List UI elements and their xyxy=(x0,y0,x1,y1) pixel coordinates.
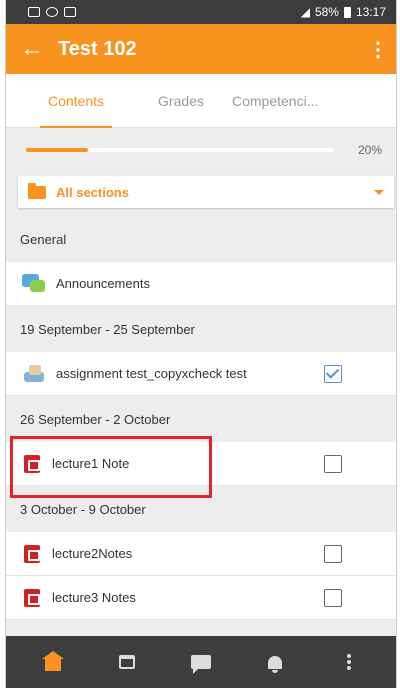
nav-messages[interactable] xyxy=(181,642,221,682)
nav-more[interactable] xyxy=(329,642,369,682)
battery-icon xyxy=(343,6,351,18)
progress-percent: 20% xyxy=(357,143,382,157)
arrow-left-icon[interactable]: ← xyxy=(6,24,58,74)
status-bar: ◢ 58% 13:17 xyxy=(6,0,396,24)
list-item-announcements[interactable]: Announcements xyxy=(6,262,396,306)
completion-checkbox[interactable] xyxy=(324,364,342,383)
more-vert-icon[interactable]: ⋮ xyxy=(360,24,396,74)
list-item-lecture3[interactable]: lecture3 Notes xyxy=(6,576,396,620)
item-name: lecture3 Notes xyxy=(52,590,136,605)
nav-home[interactable] xyxy=(33,642,73,682)
progress-bar-fill xyxy=(26,148,88,152)
clock: 13:17 xyxy=(355,5,386,19)
more-icon xyxy=(347,660,351,664)
completion-checkbox[interactable] xyxy=(324,544,342,563)
item-name: Announcements xyxy=(56,276,150,291)
battery-level: 58% xyxy=(314,5,339,19)
completion-checkbox[interactable] xyxy=(324,588,342,607)
tab-competencies[interactable]: Competenci... xyxy=(216,74,356,128)
tab-bar: Contents Grades Competenci... xyxy=(6,74,396,128)
page-title: Test 102 xyxy=(58,37,137,60)
assignment-icon xyxy=(22,364,46,384)
section-selector-value: All sections xyxy=(56,184,129,200)
pdf-icon xyxy=(22,544,42,564)
course-progress: 20% xyxy=(6,128,396,172)
calendar-icon xyxy=(119,655,135,669)
app-screen: ◢ 58% 13:17 ← Test 102 ⋮ Contents Grades… xyxy=(5,0,397,688)
forum-icon xyxy=(22,273,46,294)
bottom-nav xyxy=(6,636,396,688)
tab-contents[interactable]: Contents xyxy=(6,74,146,128)
nav-calendar[interactable] xyxy=(107,642,147,682)
app-bar: ← Test 102 ⋮ xyxy=(6,24,396,74)
pdf-icon xyxy=(22,588,42,608)
completion-checkbox[interactable] xyxy=(324,454,342,473)
highlight-annotation xyxy=(10,436,212,498)
caret-down-icon xyxy=(374,189,384,195)
folder-icon xyxy=(28,182,46,199)
home-icon xyxy=(42,651,64,671)
section-header-week: 19 September - 25 September xyxy=(6,306,396,352)
notifications-icon xyxy=(268,655,282,673)
tab-grades[interactable]: Grades xyxy=(146,74,216,128)
list-item-lecture2[interactable]: lecture2Notes xyxy=(6,532,396,576)
course-contents-list: General Announcements 19 September - 25 … xyxy=(6,216,396,620)
nav-notifications[interactable] xyxy=(255,642,295,682)
item-name: lecture2Notes xyxy=(52,546,133,561)
section-header-general: General xyxy=(6,216,396,262)
signal-icon: ◢ xyxy=(300,5,310,19)
download-notification-icon xyxy=(64,7,76,17)
sync-notification-icon xyxy=(46,7,58,17)
progress-bar xyxy=(26,148,334,152)
gallery-notification-icon xyxy=(28,7,40,17)
list-item-assignment[interactable]: assignment test_copyxcheck test xyxy=(6,352,396,396)
section-selector[interactable]: All sections xyxy=(18,176,394,208)
messages-icon xyxy=(191,655,211,674)
item-name: assignment test_copyxcheck test xyxy=(56,366,247,381)
